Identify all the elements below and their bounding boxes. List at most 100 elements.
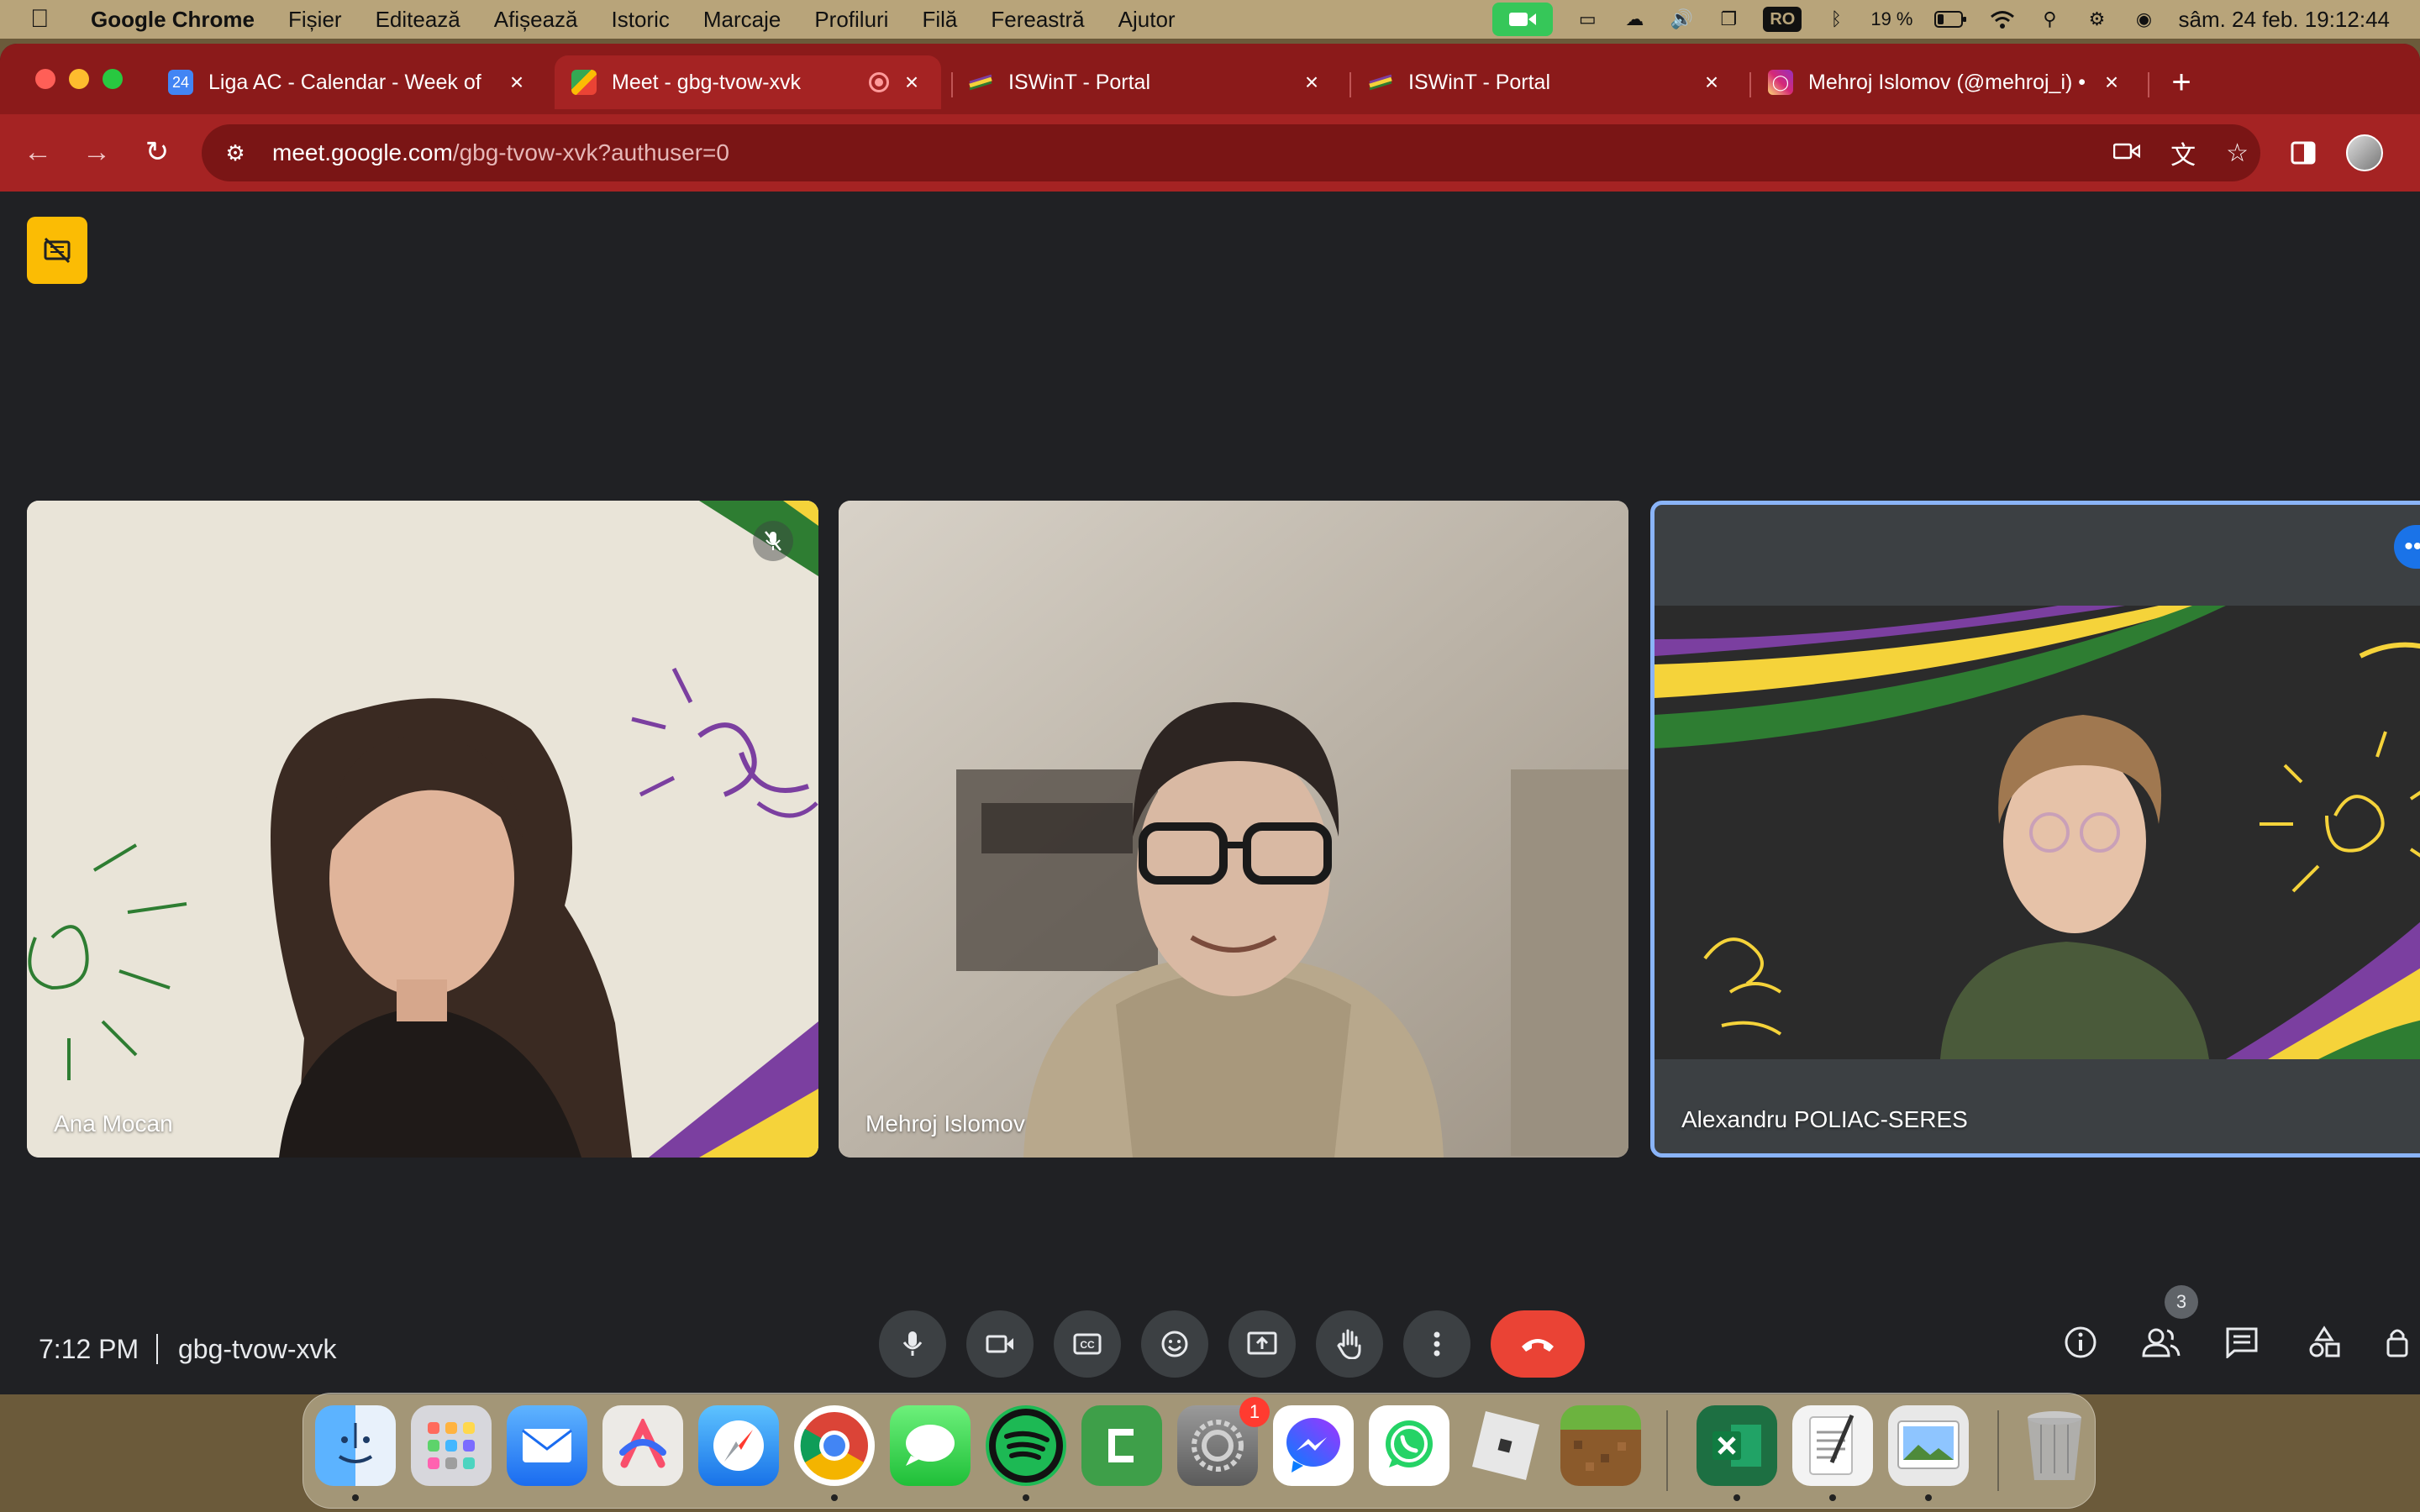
tab-liga-ac-calendar[interactable]: 24 Liga AC - Calendar - Week of × [151,55,546,109]
messenger-app-icon[interactable] [1273,1405,1354,1486]
camera-indicator-icon[interactable] [2112,139,2141,167]
finder-app-icon[interactable] [315,1405,396,1486]
people-button[interactable] [2136,1317,2186,1368]
tab-close-icon[interactable]: × [1299,69,1324,96]
trash-app-icon[interactable] [2014,1405,2095,1486]
more-options-button[interactable] [1403,1310,1470,1378]
new-tab-button[interactable]: + [2163,64,2200,102]
tab-close-icon[interactable]: × [1699,69,1724,96]
menu-edit[interactable]: Editează [376,7,460,33]
activities-button[interactable] [2299,1317,2349,1368]
tab-iswint-portal-2[interactable]: ISWinT - Portal × [1351,55,1741,109]
camtasia-app-icon[interactable] [1081,1405,1162,1486]
microphone-button[interactable] [879,1310,946,1378]
battery-percentage[interactable]: 19 % [1870,8,1912,30]
battery-icon[interactable] [1934,7,1968,32]
microphone-icon [902,1331,923,1356]
more-options-icon[interactable]: ••• [2394,525,2420,569]
participant-tile-mehroj-islomov[interactable]: Mehroj Islomov [839,501,1628,1158]
stage-manager-icon[interactable]: ❐ [1716,7,1741,32]
tab-title: Meet - gbg-tvow-xvk [612,70,802,94]
input-source-indicator[interactable]: RO [1763,7,1802,32]
participant-tile-ana-mocan[interactable]: Ana Mocan [27,501,818,1158]
site-settings-icon[interactable]: ⚙ [218,140,252,166]
siri-icon[interactable]: ◉ [2131,7,2156,32]
profile-button[interactable] [2346,129,2383,176]
address-bar[interactable]: ⚙ meet.google.com/gbg-tvow-xvk?authuser=… [202,124,2260,181]
screen-mirroring-icon[interactable]: ▭ [1575,7,1600,32]
avatar [2346,134,2383,171]
window-minimize-button[interactable] [69,69,89,89]
spotlight-search-icon[interactable]: ⚲ [2037,7,2062,32]
roblox-app-icon[interactable] [1465,1405,1545,1486]
whatsapp-app-icon[interactable] [1369,1405,1449,1486]
url-path: /gbg-tvow-xvk?authuser=0 [452,139,729,165]
running-indicator [1733,1494,1740,1501]
control-center-icon[interactable]: ⚙ [2084,7,2109,32]
menu-window[interactable]: Fereastră [991,7,1084,33]
menu-help[interactable]: Ajutor [1118,7,1176,33]
camera-button[interactable] [966,1310,1034,1378]
window-close-button[interactable] [35,69,55,89]
menu-bookmarks[interactable]: Marcaje [703,7,781,33]
bluetooth-icon[interactable]: ᛒ [1823,7,1849,32]
menu-history[interactable]: Istoric [612,7,670,33]
tab-strip: 24 Liga AC - Calendar - Week of × Meet -… [0,44,2420,114]
video-off-indicator[interactable] [27,217,87,284]
side-panel-icon [2291,141,2316,165]
chrome-window: 24 Liga AC - Calendar - Week of × Meet -… [0,44,2420,1394]
textedit-app-icon[interactable] [1792,1405,1873,1486]
meet-icon [571,70,597,95]
menubar-clock[interactable]: sâm. 24 feb. 19:12:44 [2178,7,2390,33]
menubar-app-name[interactable]: Google Chrome [91,7,255,33]
tab-close-icon[interactable]: × [504,69,529,96]
menu-file[interactable]: Fișier [288,7,342,33]
tab-title: Mehroj Islomov (@mehroj_i) • [1808,70,2086,94]
window-maximize-button[interactable] [103,69,123,89]
lock-person-icon [2386,1329,2408,1357]
apple-menu-icon[interactable]:  [30,5,64,34]
activities-shapes-icon [2309,1326,2340,1357]
calendar-icon: 24 [168,70,193,95]
tab-instagram[interactable]: ◯ Mehroj Islomov (@mehroj_i) • × [1751,55,2141,109]
side-panel-button[interactable] [2291,129,2316,176]
reactions-button[interactable] [1141,1310,1208,1378]
tab-iswint-portal-1[interactable]: ISWinT - Portal × [951,55,1341,109]
meet-stage: Ana Mocan Mehroj Islomov • Alexandru POL… [0,192,2420,1394]
forward-button[interactable]: → [76,131,118,173]
safari-app-icon[interactable] [698,1405,779,1486]
menu-profiles[interactable]: Profiluri [814,7,888,33]
tab-close-icon[interactable]: × [899,69,924,96]
mail-app-icon[interactable] [507,1405,587,1486]
tab-close-icon[interactable]: × [2099,69,2124,96]
leave-call-button[interactable] [1491,1310,1585,1378]
volume-icon[interactable]: 🔊 [1669,7,1694,32]
back-button[interactable]: ← [17,131,59,173]
camera-in-use-icon[interactable] [1492,3,1554,36]
menu-tab[interactable]: Filă [922,7,957,33]
chat-button[interactable] [2217,1317,2267,1368]
translate-icon[interactable]: 文 [2170,134,2196,171]
arc-app-icon[interactable] [602,1405,683,1486]
creative-cloud-icon[interactable]: ☁ [1622,7,1647,32]
tab-meet[interactable]: Meet - gbg-tvow-xvk × [555,55,941,109]
wifi-icon[interactable] [1990,7,2015,32]
end-call-icon [1522,1339,1554,1352]
captions-button[interactable]: CC [1054,1310,1121,1378]
preview-app-icon[interactable] [1888,1405,1969,1486]
instagram-icon: ◯ [1768,70,1793,95]
minecraft-app-icon[interactable] [1560,1405,1641,1486]
host-controls-button[interactable] [2373,1317,2420,1368]
messages-app-icon[interactable] [890,1405,971,1486]
spotify-app-icon[interactable] [986,1405,1066,1486]
excel-app-icon[interactable] [1697,1405,1777,1486]
participant-tile-alexandru-poliac-seres[interactable]: ••• Alexandru POLIAC-SERES [1650,501,2420,1158]
reload-button[interactable]: ↻ [136,131,178,173]
launchpad-app-icon[interactable] [411,1405,492,1486]
present-screen-button[interactable] [1228,1310,1296,1378]
chrome-app-icon[interactable] [794,1405,875,1486]
meeting-details-button[interactable] [2055,1317,2106,1368]
menu-view[interactable]: Afișează [494,7,578,33]
raise-hand-button[interactable] [1316,1310,1383,1378]
bookmark-star-icon[interactable]: ☆ [2226,139,2249,168]
